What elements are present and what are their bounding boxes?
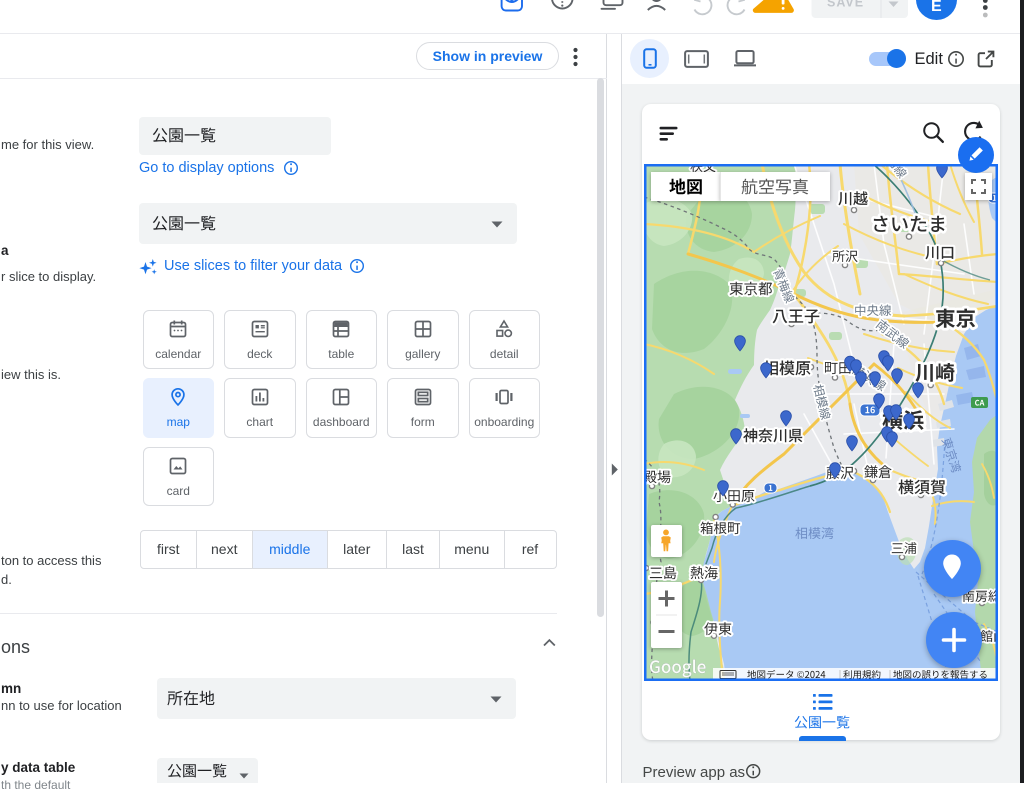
svg-text:SAVE: SAVE bbox=[827, 0, 864, 10]
svg-text:E: E bbox=[931, 0, 942, 15]
